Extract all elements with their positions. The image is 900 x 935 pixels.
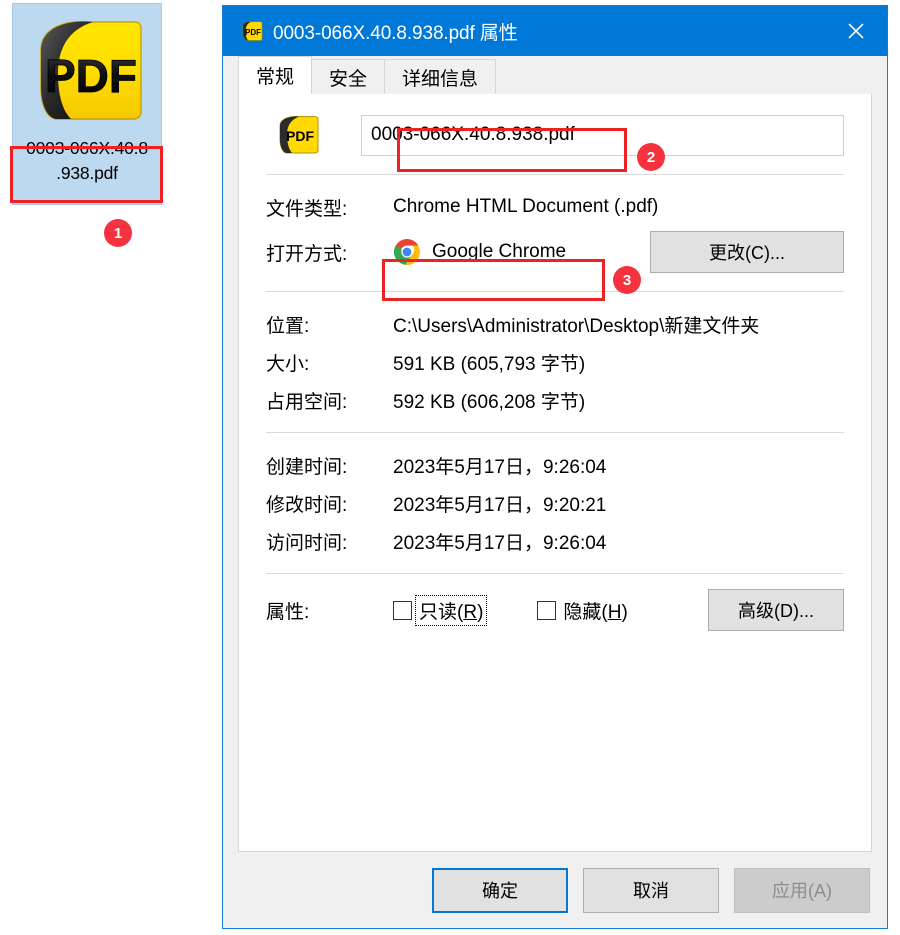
- location-label: 位置:: [266, 315, 310, 337]
- pdf-file-icon: PDF: [40, 21, 142, 120]
- chrome-icon: [394, 239, 420, 265]
- change-button[interactable]: 更改(C)...: [650, 231, 844, 273]
- size-label: 大小:: [266, 353, 310, 375]
- desktop-icon-label: 0003-066X.40.8 .938.pdf: [17, 136, 157, 186]
- annotation-badge-1: 1: [104, 219, 132, 247]
- created-value: 2023年5月17日，9:26:04: [393, 456, 607, 478]
- dialog-title: 0003-066X.40.8.938.pdf 属性: [273, 22, 518, 44]
- filetype-row: 文件类型: Chrome HTML Document (.pdf): [239, 188, 871, 226]
- filename-input[interactable]: 0003-066X.40.8.938.pdf: [361, 114, 844, 156]
- hidden-label-key: H: [607, 601, 622, 623]
- ok-button[interactable]: 确定: [432, 867, 568, 913]
- disksize-label: 占用空间:: [266, 391, 348, 413]
- readonly-label-key: R: [463, 601, 478, 623]
- screen: PDF 0003-066X.40.8 .938.pdf 1 PDF 0003-0…: [0, 0, 900, 935]
- openwith-row: 打开方式: Google Chrome 更改(C)...: [239, 226, 871, 278]
- hidden-checkbox-box[interactable]: [537, 600, 557, 620]
- desktop-file-icon[interactable]: PDF 0003-066X.40.8 .938.pdf: [12, 3, 162, 205]
- tab-details[interactable]: 详细信息: [384, 59, 497, 94]
- readonly-label-text: 只读(: [419, 601, 464, 623]
- tab-security[interactable]: 安全: [311, 59, 386, 94]
- attributes-group: 属性: 只读(R) 隐藏(H) 高级(D)...: [239, 574, 871, 646]
- cancel-button[interactable]: 取消: [583, 867, 719, 913]
- size-row: 大小: 591 KB (605,793 字节): [239, 343, 871, 381]
- dialog-button-bar: 确定 取消 应用(A): [223, 852, 887, 928]
- svg-text:PDF: PDF: [286, 128, 314, 144]
- hidden-label-text: 隐藏(: [563, 601, 608, 623]
- modified-value: 2023年5月17日，9:20:21: [393, 494, 607, 516]
- close-icon[interactable]: [825, 6, 887, 56]
- hidden-label-close: ): [621, 601, 628, 623]
- readonly-checkbox-box[interactable]: [393, 600, 412, 620]
- location-group: 位置: C:\Users\Administrator\Desktop\新建文件夹…: [239, 292, 871, 432]
- advanced-button[interactable]: 高级(D)...: [708, 589, 844, 631]
- svg-text:PDF: PDF: [45, 50, 137, 102]
- filetype-value: Chrome HTML Document (.pdf): [393, 196, 659, 217]
- disksize-row: 占用空间: 592 KB (606,208 字节): [239, 381, 871, 419]
- accessed-value: 2023年5月17日，9:26:04: [393, 532, 607, 554]
- modified-label: 修改时间:: [266, 494, 348, 516]
- openwith-app-name: Google Chrome: [432, 241, 567, 262]
- desktop-icon-label-line1: 0003-066X.40.8: [26, 138, 148, 158]
- openwith-label: 打开方式:: [266, 243, 348, 265]
- hidden-checkbox-label: 隐藏(H): [560, 596, 630, 625]
- created-label: 创建时间:: [266, 456, 348, 478]
- location-row: 位置: C:\Users\Administrator\Desktop\新建文件夹: [239, 305, 871, 343]
- modified-row: 修改时间: 2023年5月17日，9:20:21: [239, 484, 871, 522]
- pdf-file-icon: PDF: [242, 21, 263, 41]
- location-value: C:\Users\Administrator\Desktop\新建文件夹: [393, 315, 760, 337]
- accessed-row: 访问时间: 2023年5月17日，9:26:04: [239, 522, 871, 560]
- disksize-value: 592 KB (606,208 字节): [393, 391, 586, 413]
- readonly-label-close: ): [477, 601, 484, 623]
- filename-value: 0003-066X.40.8.938.pdf: [371, 124, 575, 145]
- accessed-label: 访问时间:: [266, 532, 348, 554]
- timestamps-group: 创建时间: 2023年5月17日，9:26:04 修改时间: 2023年5月17…: [239, 433, 871, 573]
- attributes-row: 属性: 只读(R) 隐藏(H) 高级(D)...: [239, 587, 871, 633]
- tab-general[interactable]: 常规: [238, 56, 313, 94]
- size-value: 591 KB (605,793 字节): [393, 353, 586, 375]
- tabstrip: 常规 安全 详细信息: [223, 56, 887, 94]
- svg-text:PDF: PDF: [245, 28, 261, 37]
- filetype-group: 文件类型: Chrome HTML Document (.pdf) 打开方式:: [239, 175, 871, 291]
- pdf-file-icon: PDF: [279, 116, 319, 154]
- general-tab-panel: PDF 0003-066X.40.8.938.pdf 文件类型: Chrome …: [238, 93, 872, 852]
- apply-button: 应用(A): [734, 867, 870, 913]
- hidden-checkbox[interactable]: 隐藏(H): [537, 596, 630, 625]
- attributes-label: 属性:: [266, 601, 310, 623]
- readonly-checkbox-label: 只读(R): [414, 594, 488, 626]
- filetype-label: 文件类型:: [266, 198, 348, 220]
- readonly-checkbox[interactable]: 只读(R): [393, 594, 488, 626]
- annotation-badge-3: 3: [613, 266, 641, 294]
- created-row: 创建时间: 2023年5月17日，9:26:04: [239, 446, 871, 484]
- file-properties-dialog: PDF 0003-066X.40.8.938.pdf 属性 常规 安全 详细信息: [222, 5, 888, 929]
- desktop-icon-label-line2: .938.pdf: [56, 163, 118, 183]
- filename-row: PDF 0003-066X.40.8.938.pdf: [239, 94, 871, 174]
- dialog-titlebar: PDF 0003-066X.40.8.938.pdf 属性: [223, 6, 887, 56]
- annotation-badge-2: 2: [637, 143, 665, 171]
- openwith-app: Google Chrome: [393, 235, 566, 269]
